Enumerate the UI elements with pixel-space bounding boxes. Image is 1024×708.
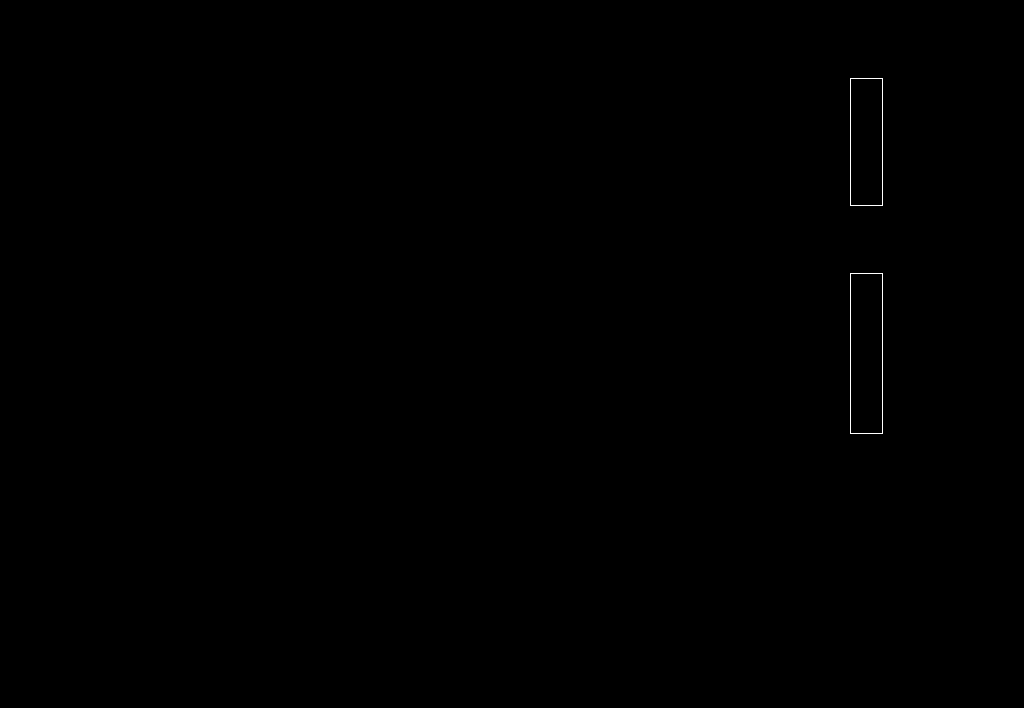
def-colorbar (850, 78, 883, 206)
deg-colorbar (850, 273, 883, 434)
science-plot-screen (0, 0, 1024, 708)
pitch-angle-grid (210, 257, 830, 443)
energy-spectrogram (210, 60, 830, 213)
